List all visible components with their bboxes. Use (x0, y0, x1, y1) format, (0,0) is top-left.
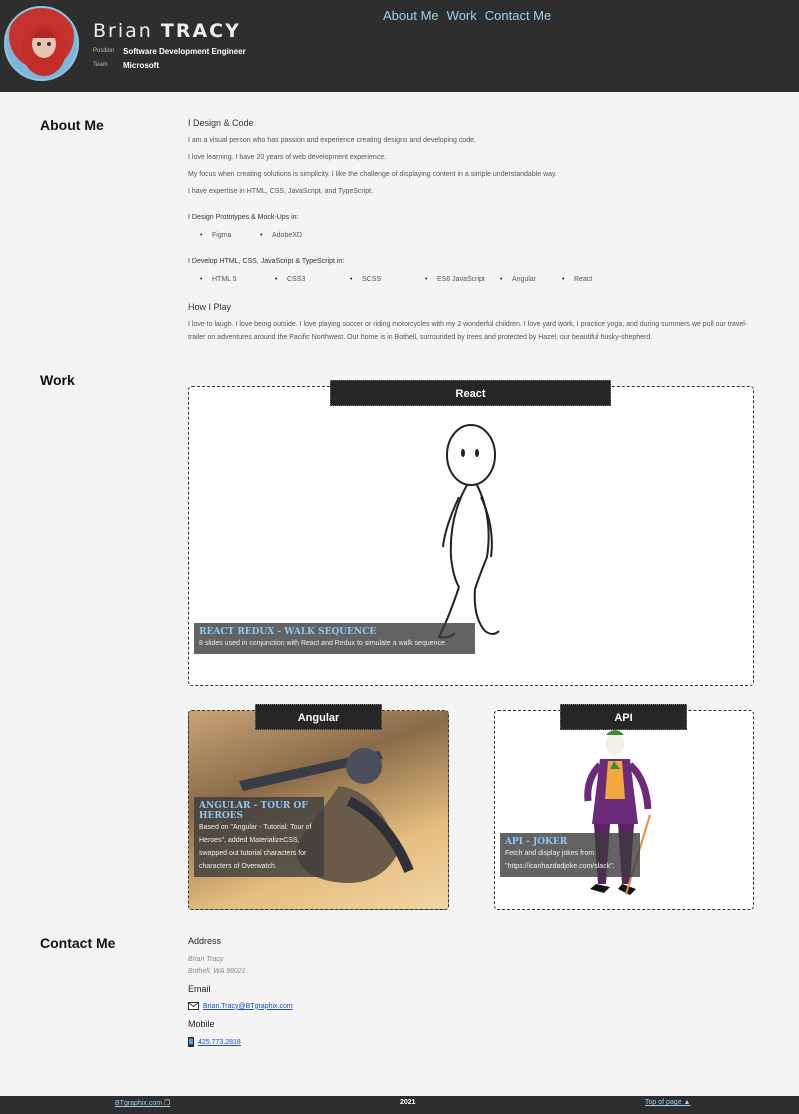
email-link[interactable]: Brian.Tracy@BTgraphix.com (203, 1003, 293, 1010)
position-value: Software Development Engineer (123, 47, 246, 56)
react-caption: REACT REDUX - WALK SEQUENCE 8 slides use… (194, 623, 475, 654)
develop-tools-list: HTML 5 CSS3 SCSS ES6 JavaScript Angular … (200, 276, 622, 283)
list-item: CSS3 (275, 276, 350, 283)
address-line-2: Bothell, WA 98021 (188, 968, 246, 975)
list-item: AdobeXD (260, 232, 320, 239)
play-text: I love to laugh. I love being outside. I… (188, 321, 748, 341)
address-label: Address (188, 936, 222, 946)
develop-heading: I Develop HTML, CSS, JavaScript & TypeSc… (188, 258, 345, 265)
api-caption: API - JOKER Fetch and display jokes from… (500, 833, 640, 877)
about-section-title: About Me (40, 117, 104, 133)
prototypes-heading: I Design Prototypes & Mock-Ups in: (188, 214, 299, 221)
list-item: Angular (500, 276, 562, 283)
mobile-label: Mobile (188, 1019, 215, 1029)
top-of-page-link[interactable]: Top of page ▲ (645, 1099, 690, 1106)
api-caption-title: API - JOKER (505, 837, 568, 847)
footer-site-text: BTgraphix.com (115, 1100, 163, 1107)
work-section-title: Work (40, 372, 75, 388)
footer-year: 2021 (400, 1099, 416, 1106)
site-header: Brian TRACY Position Software Developmen… (0, 0, 799, 92)
top-of-page-text: Top of page (645, 1099, 682, 1106)
arrow-up-icon: ▲ (683, 1099, 691, 1106)
design-heading: I Design & Code (188, 118, 254, 128)
avatar-illustration (22, 24, 66, 76)
angular-card-title: Angular (255, 704, 382, 730)
team-label: Team (93, 62, 108, 68)
nav-work-link[interactable]: Work (447, 8, 477, 23)
email-label: Email (188, 984, 211, 994)
about-line-1: I am a visual person who has passion and… (188, 137, 476, 144)
play-heading: How I Play (188, 302, 232, 312)
about-line-2: I love learning. I have 20 years of web … (188, 154, 387, 161)
list-item: React (562, 276, 622, 283)
team-value: Microsoft (123, 61, 159, 70)
api-caption-text: Fetch and display jokes from "https://ic… (505, 850, 615, 870)
react-card-title: React (330, 380, 611, 406)
angular-caption-text: Based on "Angular - Tutorial: Tour of He… (199, 824, 312, 870)
list-item: Figma (200, 232, 260, 239)
profile-name: Brian TRACY (93, 20, 241, 42)
react-project-card[interactable]: REACT REDUX - WALK SEQUENCE 8 slides use… (188, 386, 754, 686)
mobile-link[interactable]: 425.773.2818 (198, 1039, 241, 1046)
nav-about-link[interactable]: About Me (383, 8, 439, 23)
contact-section-title: Contact Me (40, 935, 116, 951)
footer-site-link[interactable]: BTgraphix.com ❐ (115, 1099, 170, 1107)
position-label: Position (93, 48, 115, 54)
stick-figure-illustration (437, 424, 500, 639)
nav-contact-link[interactable]: Contact Me (485, 8, 551, 23)
about-line-3: My focus when creating solutions is simp… (188, 171, 557, 178)
joker-illustration (584, 730, 652, 895)
address-line-1: Brian Tracy (188, 956, 224, 963)
phone-icon (188, 1037, 194, 1047)
list-item: SCSS (350, 276, 425, 283)
api-project-card[interactable]: API - JOKER Fetch and display jokes from… (494, 710, 754, 910)
external-link-icon: ❐ (164, 1100, 171, 1107)
react-caption-text: 8 slides used in conjunction with React … (199, 640, 447, 647)
first-name: Brian (93, 20, 153, 42)
site-footer: BTgraphix.com ❐ 2021 Top of page ▲ (0, 1096, 799, 1114)
angular-project-card[interactable]: ANGULAR - TOUR OF HEROES Based on "Angul… (188, 710, 449, 910)
profile-avatar (4, 6, 79, 81)
angular-caption-title: ANGULAR - TOUR OF HEROES (199, 801, 308, 821)
email-row: Brian.Tracy@BTgraphix.com (188, 1002, 293, 1010)
top-nav: About Me Work Contact Me (383, 8, 551, 23)
react-caption-title: REACT REDUX - WALK SEQUENCE (199, 627, 377, 637)
list-item: ES6 JavaScript (425, 276, 500, 283)
prototype-tools-list: Figma AdobeXD (200, 232, 320, 239)
last-name: TRACY (160, 20, 241, 42)
about-line-4: I have expertise in HTML, CSS, JavaScrip… (188, 188, 374, 195)
mobile-row: 425.773.2818 (188, 1037, 241, 1047)
list-item: HTML 5 (200, 276, 275, 283)
envelope-icon (188, 1002, 199, 1010)
api-card-title: API (560, 704, 687, 730)
angular-caption: ANGULAR - TOUR OF HEROES Based on "Angul… (194, 797, 324, 877)
